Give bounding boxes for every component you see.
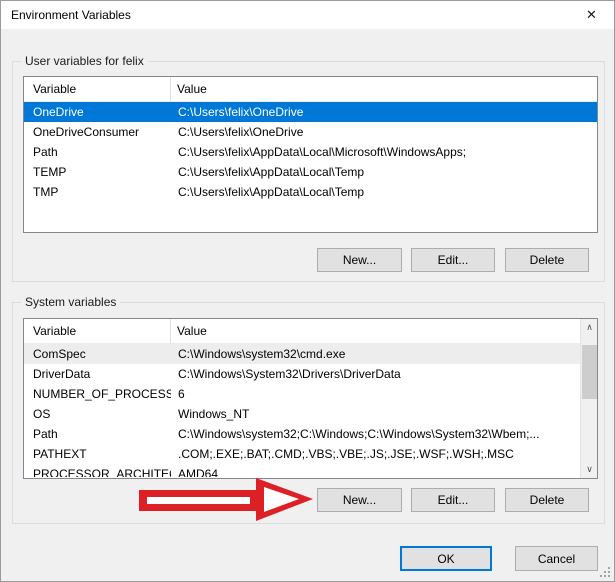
environment-variables-dialog: Environment Variables ✕ User variables f… (0, 0, 615, 582)
value-cell: .COM;.EXE;.BAT;.CMD;.VBS;.VBE;.JS;.JSE;.… (171, 444, 580, 464)
value-cell: C:\Users\felix\AppData\Local\Temp (171, 162, 597, 182)
system-list-scrollbar[interactable]: ∧ ∨ (580, 319, 597, 478)
value-cell: C:\Users\felix\AppData\Local\Temp (171, 182, 597, 202)
cancel-button[interactable]: Cancel (515, 546, 598, 571)
variable-cell: OneDrive (24, 102, 171, 122)
table-row[interactable]: ComSpec C:\Windows\system32\cmd.exe (24, 344, 580, 364)
user-rows: OneDrive C:\Users\felix\OneDrive OneDriv… (24, 102, 597, 232)
system-column-value[interactable]: Value (171, 324, 580, 338)
variable-cell: ComSpec (24, 344, 171, 364)
value-cell: C:\Users\felix\OneDrive (171, 102, 597, 122)
variable-cell: Path (24, 142, 171, 162)
table-row[interactable]: OneDriveConsumer C:\Users\felix\OneDrive (24, 122, 597, 142)
variable-cell: Path (24, 424, 171, 444)
value-cell: C:\Windows\system32;C:\Windows;C:\Window… (171, 424, 580, 444)
system-delete-button[interactable]: Delete (505, 488, 589, 512)
close-icon: ✕ (586, 7, 597, 23)
value-cell: C:\Users\felix\AppData\Local\Microsoft\W… (171, 142, 597, 162)
user-variables-list[interactable]: Variable Value OneDrive C:\Users\felix\O… (23, 76, 598, 233)
system-edit-button[interactable]: Edit... (411, 488, 495, 512)
title-bar: Environment Variables (1, 1, 614, 29)
value-cell: 6 (171, 384, 580, 404)
user-delete-button[interactable]: Delete (505, 248, 589, 272)
variable-cell: TEMP (24, 162, 171, 182)
system-variables-list[interactable]: Variable Value ComSpec C:\Windows\system… (23, 318, 598, 479)
table-row[interactable]: PATHEXT .COM;.EXE;.BAT;.CMD;.VBS;.VBE;.J… (24, 444, 580, 464)
value-cell: C:\Windows\System32\Drivers\DriverData (171, 364, 580, 384)
ok-button[interactable]: OK (400, 546, 492, 571)
table-row[interactable]: OneDrive C:\Users\felix\OneDrive (24, 102, 597, 122)
scroll-up-icon[interactable]: ∧ (581, 319, 598, 336)
system-rows: ComSpec C:\Windows\system32\cmd.exe Driv… (24, 344, 580, 477)
user-variables-label: User variables for felix (21, 54, 148, 68)
user-column-variable[interactable]: Variable (24, 82, 170, 96)
table-row[interactable]: TEMP C:\Users\felix\AppData\Local\Temp (24, 162, 597, 182)
scroll-down-icon[interactable]: ∨ (581, 461, 598, 478)
close-button[interactable]: ✕ (569, 1, 614, 29)
table-row[interactable]: Path C:\Windows\system32;C:\Windows;C:\W… (24, 424, 580, 444)
variable-cell: OneDriveConsumer (24, 122, 171, 142)
table-row[interactable]: Path C:\Users\felix\AppData\Local\Micros… (24, 142, 597, 162)
system-list-header: Variable Value (24, 319, 580, 344)
table-row[interactable]: DriverData C:\Windows\System32\Drivers\D… (24, 364, 580, 384)
variable-cell: OS (24, 404, 171, 424)
red-arrow-annotation-icon (131, 471, 321, 528)
variable-cell: TMP (24, 182, 171, 202)
table-row[interactable]: NUMBER_OF_PROCESSORS 6 (24, 384, 580, 404)
value-cell: C:\Windows\system32\cmd.exe (171, 344, 580, 364)
table-row[interactable]: TMP C:\Users\felix\AppData\Local\Temp (24, 182, 597, 202)
system-new-button[interactable]: New... (317, 488, 402, 512)
user-new-button[interactable]: New... (317, 248, 402, 272)
variable-cell: DriverData (24, 364, 171, 384)
user-list-header: Variable Value (24, 77, 597, 102)
variable-cell: NUMBER_OF_PROCESSORS (24, 384, 171, 404)
variable-cell: PATHEXT (24, 444, 171, 464)
system-variables-label: System variables (21, 295, 120, 309)
user-column-value[interactable]: Value (171, 82, 597, 96)
scrollbar-thumb[interactable] (582, 345, 597, 399)
value-cell: Windows_NT (171, 404, 580, 424)
system-column-variable[interactable]: Variable (24, 324, 170, 338)
table-row[interactable]: OS Windows_NT (24, 404, 580, 424)
resize-grip-icon[interactable] (600, 567, 611, 578)
user-edit-button[interactable]: Edit... (411, 248, 495, 272)
window-title: Environment Variables (1, 8, 131, 22)
value-cell: C:\Users\felix\OneDrive (171, 122, 597, 142)
